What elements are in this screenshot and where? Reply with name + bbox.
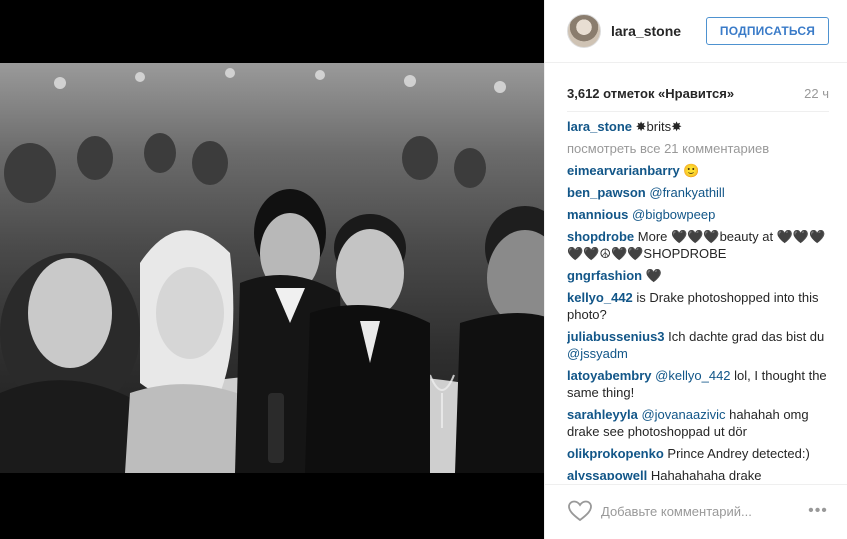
comment-item: juliabussenius3 Ich dachte grad das bist…	[567, 328, 832, 362]
comment-item: gngrfashion 🖤	[567, 267, 832, 284]
likes-count[interactable]: 3,612 отметок «Нравится»	[567, 86, 734, 101]
comment-user[interactable]: juliabussenius3	[567, 329, 665, 344]
divider	[567, 111, 829, 112]
post-header: lara_stone ПОДПИСАТЬСЯ	[545, 0, 847, 63]
comment-mention[interactable]: @bigbowpeep	[632, 207, 715, 222]
comment-list: lara_stone ✸brits✸ посмотреть все 21 ком…	[567, 118, 832, 480]
view-all-comments-link[interactable]: посмотреть все 21 комментариев	[567, 140, 832, 157]
photo-pane	[0, 0, 544, 539]
comment-user[interactable]: lara_stone	[567, 119, 632, 134]
comment-user[interactable]: sarahleyyla	[567, 407, 638, 422]
comment-user[interactable]: eimearvarianbarry	[567, 163, 680, 178]
more-options-icon[interactable]: •••	[805, 499, 831, 523]
comment-text: Ich dachte grad das bist du	[664, 329, 825, 344]
comment-user[interactable]: alyssapowell	[567, 468, 647, 480]
photo-illustration	[0, 68, 544, 473]
comment-item: kellyo_442 is Drake photoshopped into th…	[567, 289, 832, 323]
comment-text: Prince Andrey detected:)	[663, 446, 810, 461]
comment-user[interactable]: olikprokopenko	[567, 446, 664, 461]
comment-mention[interactable]: @jssyadm	[567, 346, 628, 361]
comment-item: alyssapowell Hahahahaha drake	[567, 467, 832, 480]
header-username[interactable]: lara_stone	[611, 23, 681, 39]
comment-item: mannious @bigbowpeep	[567, 206, 832, 223]
comment-text: 🖤	[642, 268, 662, 283]
comment-user[interactable]: shopdrobe	[567, 229, 634, 244]
comment-user[interactable]: gngrfashion	[567, 268, 642, 283]
comment-footer: •••	[545, 484, 847, 539]
comment-user[interactable]: kellyo_442	[567, 290, 633, 305]
post-time[interactable]: 22 ч	[804, 86, 829, 101]
caption: lara_stone ✸brits✸	[567, 118, 832, 135]
comment-item: shopdrobe More 🖤🖤🖤beauty at 🖤🖤🖤 🖤🖤☮🖤🖤SHO…	[567, 228, 832, 262]
comment-item: sarahleyyla @jovanaazivic hahahah omg dr…	[567, 406, 832, 440]
avatar[interactable]	[567, 14, 601, 48]
post-sidebar: lara_stone ПОДПИСАТЬСЯ 3,612 отметок «Нр…	[544, 0, 847, 539]
comment-text: 🙂	[679, 163, 700, 178]
comment-item: latoyabembry @kellyo_442 lol, I thought …	[567, 367, 832, 401]
comment-mention[interactable]: @kellyo_442	[655, 368, 730, 383]
comment-item: ben_pawson @frankyathill	[567, 184, 832, 201]
comment-text: Hahahahaha drake	[647, 468, 762, 480]
comment-item: eimearvarianbarry 🙂	[567, 162, 832, 179]
likes-row: 3,612 отметок «Нравится» 22 ч	[567, 86, 829, 104]
comment-user[interactable]: latoyabembry	[567, 368, 652, 383]
comment-item: olikprokopenko Prince Andrey detected:)	[567, 445, 832, 462]
comment-text: ✸brits✸	[632, 119, 683, 134]
comment-mention[interactable]: @frankyathill	[649, 185, 724, 200]
post-photo[interactable]	[0, 63, 544, 473]
add-comment-input[interactable]	[601, 498, 791, 524]
comment-user[interactable]: mannious	[567, 207, 628, 222]
comment-user[interactable]: ben_pawson	[567, 185, 646, 200]
comment-mention[interactable]: @jovanaazivic	[641, 407, 725, 422]
follow-button[interactable]: ПОДПИСАТЬСЯ	[706, 17, 829, 45]
heart-icon[interactable]	[567, 499, 593, 523]
